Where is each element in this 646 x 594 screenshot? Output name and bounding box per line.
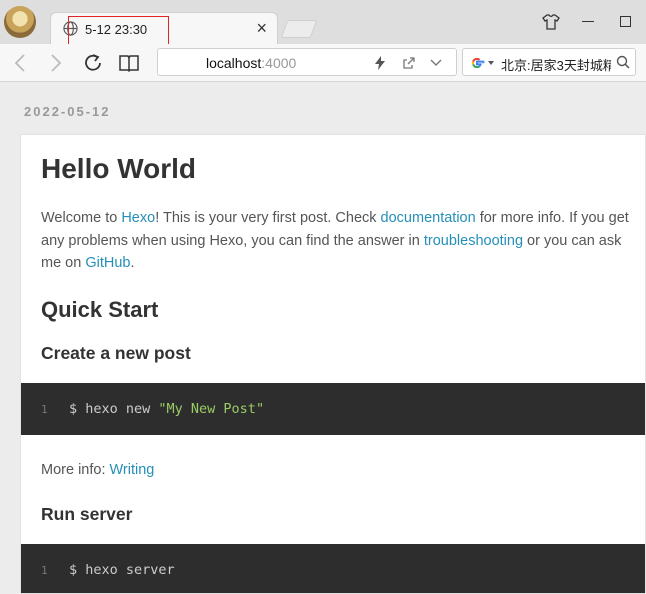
reload-icon[interactable]: [82, 52, 104, 74]
writing-link[interactable]: Writing: [110, 462, 155, 478]
create-post-heading: Create a new post: [41, 343, 191, 363]
browser-tab[interactable]: 5-12 23:30 ×: [50, 12, 278, 44]
quick-start-heading: Quick Start: [41, 297, 159, 322]
maximize-button[interactable]: [620, 16, 631, 27]
address-bar[interactable]: localhost:4000: [157, 48, 457, 76]
skin-icon[interactable]: [542, 14, 560, 30]
code-block-new-post: 1 $ hexo new "My New Post": [21, 383, 645, 435]
google-icon[interactable]: [469, 55, 485, 71]
run-server-heading: Run server: [41, 504, 133, 524]
troubleshooting-link[interactable]: troubleshooting: [424, 233, 523, 249]
new-tab-button[interactable]: [280, 20, 318, 38]
more-info: More info: Writing: [41, 462, 155, 478]
forward-icon[interactable]: [44, 52, 66, 74]
globe-icon: [63, 21, 78, 36]
tab-title: 5-12 23:30: [85, 22, 148, 37]
code-line: $ hexo new "My New Post": [69, 401, 265, 417]
search-button[interactable]: [611, 49, 635, 75]
post-article: Hello World Welcome to Hexo! This is you…: [20, 134, 646, 594]
code-block-server: 1 $ hexo server: [21, 544, 645, 593]
share-icon[interactable]: [402, 56, 416, 70]
url-text: localhost:4000: [206, 55, 297, 71]
line-number: 1: [41, 403, 48, 416]
post-title: Hello World: [41, 153, 197, 184]
search-icon: [616, 55, 630, 69]
minimize-button[interactable]: [582, 21, 594, 22]
intro-paragraph: Welcome to Hexo! This is your very first…: [41, 210, 629, 271]
code-line: $ hexo server: [69, 562, 175, 578]
tab-strip: 5-12 23:30 ×: [0, 0, 646, 44]
search-bar[interactable]: 北京:居家3天封城精: [462, 48, 636, 76]
search-query: 北京:居家3天封城精: [501, 58, 616, 73]
line-number: 1: [41, 564, 48, 577]
close-tab-icon[interactable]: ×: [256, 18, 267, 38]
back-icon[interactable]: [10, 52, 32, 74]
hexo-link[interactable]: Hexo: [121, 210, 155, 226]
profile-avatar[interactable]: [4, 6, 36, 38]
post-date: 2022-05-12: [24, 104, 111, 119]
documentation-link[interactable]: documentation: [381, 210, 476, 226]
engine-dropdown-icon[interactable]: [488, 61, 494, 65]
lightning-icon[interactable]: [374, 56, 386, 70]
reader-icon[interactable]: [118, 52, 140, 74]
chevron-down-icon[interactable]: [430, 58, 442, 68]
github-link[interactable]: GitHub: [85, 255, 130, 271]
